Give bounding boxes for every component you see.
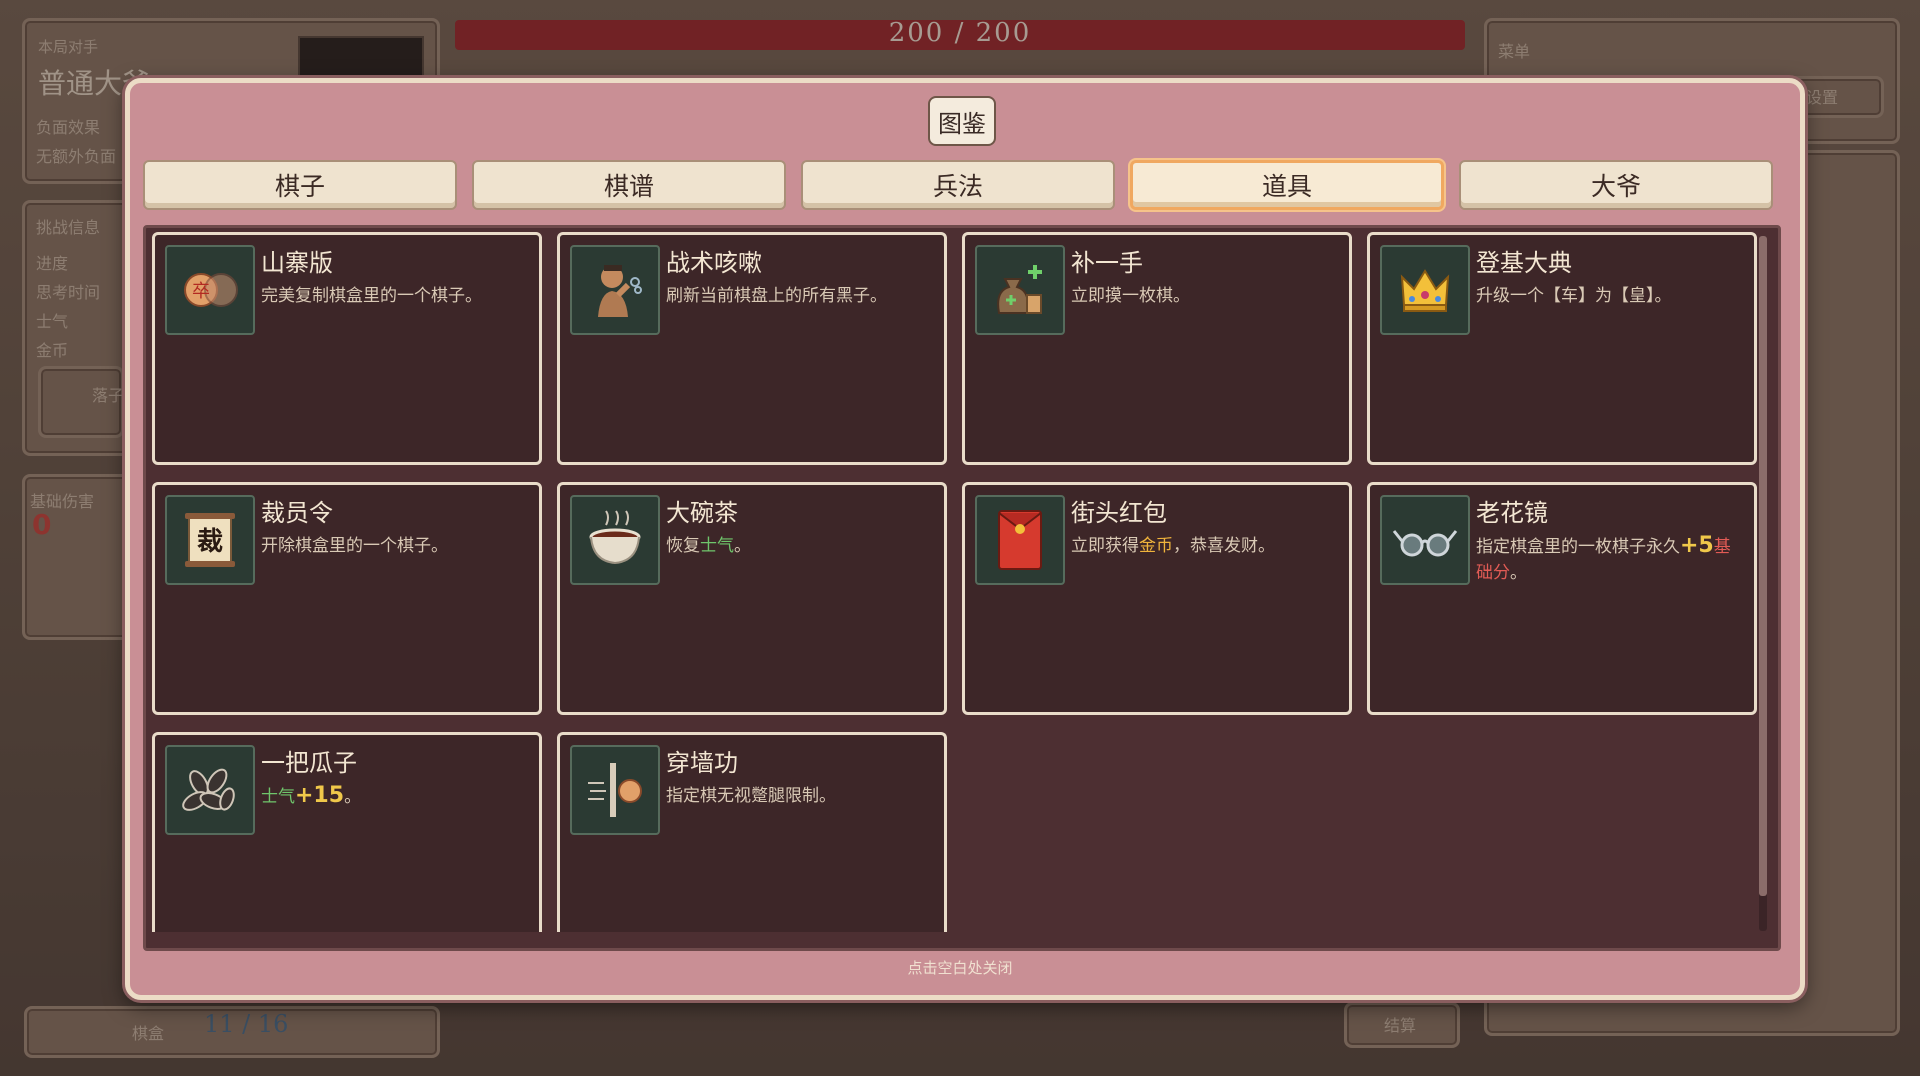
item-card[interactable]: 穿墙功指定棋无视蹩腿限制。 — [557, 732, 947, 932]
item-card[interactable]: 战术咳嗽刷新当前棋盘上的所有黑子。 — [557, 232, 947, 465]
item-title: 穿墙功 — [666, 749, 738, 777]
item-description: 士气+15。 — [261, 783, 531, 810]
description-segment: 指定棋盒里的一枚棋子永久 — [1476, 537, 1680, 557]
description-segment: 。 — [734, 536, 751, 556]
description-segment: 开除棋盒里的一个棋子。 — [261, 536, 448, 556]
sunflower-seeds-icon — [165, 745, 255, 835]
item-title: 老花镜 — [1476, 499, 1548, 527]
item-description: 刷新当前棋盘上的所有黑子。 — [666, 283, 936, 309]
item-description: 升级一个【车】为【皇】。 — [1476, 283, 1746, 309]
description-segment: 立即摸一枚棋。 — [1071, 286, 1190, 306]
item-card[interactable]: 裁 裁员令开除棋盒里的一个棋子。 — [152, 482, 542, 715]
items-grid[interactable]: 卒山寨版 完美复制棋盒里的一个棋子。 战术咳嗽 刷新当前棋盘上的所有黑子。 补一手 立即摸… — [143, 225, 1781, 951]
item-title: 大碗茶 — [666, 499, 738, 527]
tab-openings[interactable]: 棋谱 — [472, 160, 786, 210]
description-segment: 立即获得 — [1071, 536, 1139, 556]
item-description: 指定棋无视蹩腿限制。 — [666, 783, 936, 809]
item-description: 立即摸一枚棋。 — [1071, 283, 1341, 309]
item-title: 街头红包 — [1071, 499, 1167, 527]
item-card[interactable]: 街头红包立即获得金币，恭喜发财。 — [962, 482, 1352, 715]
svg-text:裁: 裁 — [197, 527, 223, 557]
item-title: 战术咳嗽 — [666, 249, 762, 277]
description-segment: 士气 — [261, 787, 295, 807]
tea-bowl-icon — [570, 495, 660, 585]
item-description: 开除棋盒里的一个棋子。 — [261, 533, 531, 559]
item-card[interactable]: 大碗茶恢复士气。 — [557, 482, 947, 715]
item-title: 补一手 — [1071, 249, 1143, 277]
item-card[interactable]: 登基大典升级一个【车】为【皇】。 — [1367, 232, 1757, 465]
description-segment: 升级一个【车】为【皇】。 — [1476, 286, 1672, 306]
description-segment: 指定棋无视蹩腿限制。 — [666, 786, 836, 806]
description-segment: +15 — [295, 783, 345, 808]
item-card[interactable]: 补一手立即摸一枚棋。 — [962, 232, 1352, 465]
dialog-title: 图鉴 — [928, 96, 996, 146]
item-title: 登基大典 — [1476, 249, 1572, 277]
description-segment: 金币 — [1139, 536, 1173, 556]
description-segment: 士气 — [700, 536, 734, 556]
item-title: 裁员令 — [261, 499, 333, 527]
tab-pieces[interactable]: 棋子 — [143, 160, 457, 210]
tab-grandpas[interactable]: 大爷 — [1459, 160, 1773, 210]
crown-icon — [1380, 245, 1470, 335]
description-segment: 刷新当前棋盘上的所有黑子。 — [666, 286, 887, 306]
item-card[interactable]: 卒 山寨版完美复制棋盒里的一个棋子。 — [152, 232, 542, 465]
wall-pass-icon — [570, 745, 660, 835]
description-segment: ，恭喜发财。 — [1173, 536, 1275, 556]
description-segment: 完美复制棋盒里的一个棋子。 — [261, 286, 482, 306]
tab-tactics[interactable]: 兵法 — [801, 160, 1115, 210]
scrollbar-thumb[interactable] — [1759, 236, 1767, 896]
coughing-man-icon — [570, 245, 660, 335]
item-description: 指定棋盒里的一枚棋子永久+5基础分。 — [1476, 533, 1746, 586]
item-card[interactable]: 一把瓜子士气+15。 — [152, 732, 542, 932]
tab-items[interactable]: 道具 — [1130, 160, 1444, 210]
red-envelope-icon — [975, 495, 1065, 585]
category-tabs: 棋子 棋谱 兵法 道具 大爷 — [143, 160, 1777, 210]
item-title: 一把瓜子 — [261, 749, 357, 777]
description-segment: 。 — [344, 787, 362, 807]
item-description: 完美复制棋盒里的一个棋子。 — [261, 283, 531, 309]
dismiss-scroll-icon: 裁 — [165, 495, 255, 585]
svg-text:卒: 卒 — [192, 281, 210, 302]
description-segment: 恢复 — [666, 536, 700, 556]
description-segment: 。 — [1510, 563, 1527, 583]
copy-pawn-icon: 卒 — [165, 245, 255, 335]
money-bag-icon — [975, 245, 1065, 335]
item-card[interactable]: 老花镜指定棋盒里的一枚棋子永久+5基础分。 — [1367, 482, 1757, 715]
glasses-icon — [1380, 495, 1470, 585]
description-segment: +5 — [1680, 533, 1714, 558]
scrollbar[interactable] — [1759, 236, 1767, 931]
close-hint: 点击空白处关闭 — [907, 959, 1013, 977]
item-description: 立即获得金币，恭喜发财。 — [1071, 533, 1341, 559]
item-title: 山寨版 — [261, 249, 333, 277]
item-description: 恢复士气。 — [666, 533, 936, 559]
